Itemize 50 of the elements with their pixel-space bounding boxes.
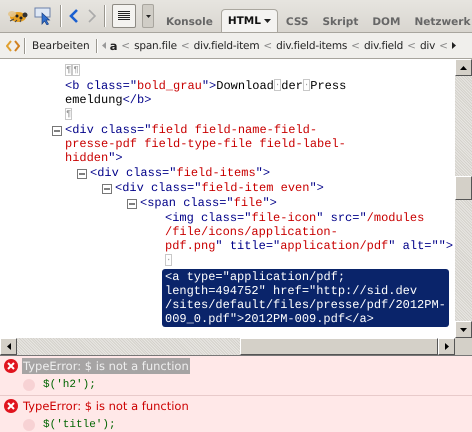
back-icon[interactable] bbox=[68, 8, 80, 24]
html-node[interactable]: <b class="bold_grau">Download·der·Press emeldung</b> bbox=[65, 79, 346, 107]
breadcrumb-separator: < bbox=[439, 40, 448, 52]
breadcrumb-item[interactable]: a bbox=[110, 38, 118, 52]
scroll-right-icon[interactable] bbox=[452, 42, 456, 49]
panel-tab[interactable]: Netzwerk bbox=[408, 11, 472, 32]
breadcrumb-separator: < bbox=[351, 40, 360, 52]
menu-icon bbox=[118, 11, 130, 21]
error-icon bbox=[4, 399, 18, 413]
breadcrumb-item[interactable]: div.field-item bbox=[194, 40, 260, 52]
collapse-icon[interactable] bbox=[77, 169, 87, 179]
html-node[interactable]: <div class="field-item even"> bbox=[115, 181, 324, 195]
dropdown-button[interactable] bbox=[142, 4, 154, 28]
breadcrumb-separator: < bbox=[407, 40, 416, 52]
html-node[interactable]: <div class="field-items"> bbox=[90, 166, 270, 180]
breadcrumb-separator: < bbox=[180, 40, 190, 52]
edit-button[interactable]: Bearbeiten bbox=[30, 40, 92, 52]
vertical-scrollbar[interactable] bbox=[455, 59, 472, 338]
scroll-thumb[interactable] bbox=[455, 176, 472, 200]
panel-tab[interactable]: Konsole bbox=[160, 11, 219, 32]
error-message[interactable]: TypeError: $ is not a function bbox=[22, 398, 190, 414]
selected-html-node[interactable]: <a type="application/pdf; length=494752" href="http://sid.dev /sites/default/files/presse/pdf/2012PM- 009_0.pdf">2012PM-009.pdf</a> bbox=[162, 269, 449, 327]
panel-tab[interactable]: Skript bbox=[316, 11, 364, 32]
collapse-icon[interactable] bbox=[127, 199, 137, 209]
breadcrumb-item[interactable]: span.file bbox=[134, 40, 177, 52]
panel-tab[interactable]: CSS bbox=[280, 11, 314, 32]
code-icon[interactable] bbox=[6, 38, 20, 52]
breadcrumb-item[interactable]: div.field-items bbox=[276, 40, 348, 52]
source-code-line: $('h2'); bbox=[43, 379, 96, 391]
panel-tab[interactable]: DOM bbox=[366, 11, 406, 32]
caret-icon bbox=[146, 14, 150, 18]
breadcrumb-separator: < bbox=[121, 40, 130, 52]
scroll-right-icon[interactable] bbox=[444, 343, 448, 350]
breadcrumb-item[interactable]: div bbox=[420, 40, 436, 52]
bug-icon[interactable] bbox=[6, 8, 28, 24]
scroll-up-icon[interactable] bbox=[460, 66, 467, 70]
breadcrumb-separator: < bbox=[263, 40, 272, 52]
html-node[interactable]: <span class="file"> bbox=[140, 196, 277, 210]
scroll-left-icon[interactable] bbox=[6, 343, 10, 350]
scroll-thumb[interactable] bbox=[240, 338, 438, 355]
source-code-line: $('title'); bbox=[43, 419, 116, 431]
error-icon bbox=[4, 359, 18, 373]
horizontal-scrollbar[interactable] bbox=[0, 338, 472, 356]
html-node[interactable]: <img class="file-icon" src="/modules /file/icons/application- pdf.png" title="application/pdf" alt=""> bbox=[165, 211, 454, 253]
breadcrumb-item[interactable]: div.field bbox=[364, 40, 404, 52]
collapse-icon[interactable] bbox=[52, 126, 62, 136]
scroll-down-icon[interactable] bbox=[460, 328, 467, 332]
list-button[interactable] bbox=[112, 4, 136, 28]
panel-tab[interactable]: HTML bbox=[220, 9, 278, 32]
collapse-icon[interactable] bbox=[102, 184, 112, 194]
